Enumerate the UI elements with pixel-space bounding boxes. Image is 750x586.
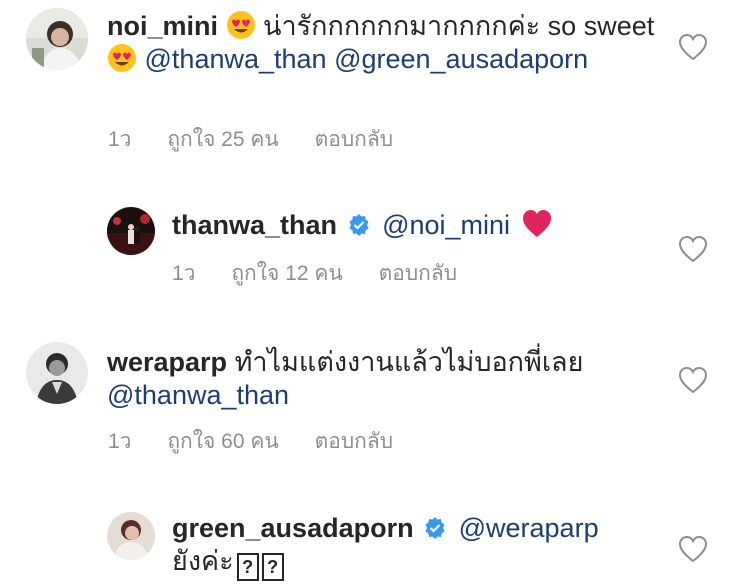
- comment-meta: 1ว ถูกใจ 12 คน ตอบกลับ: [172, 261, 487, 287]
- username[interactable]: thanwa_than: [172, 210, 337, 240]
- reply-green-ausadaporn: green_ausadaporn @weraparp ยังค่ะ??: [0, 495, 750, 586]
- red-heart-emoji: [522, 210, 551, 237]
- comment-meta: 1ว ถูกใจ 60 คน ตอบกลับ: [108, 429, 423, 455]
- heart-outline-icon[interactable]: [678, 33, 708, 61]
- comment-text: weraparp ทำไมแต่งงานแล้วไม่บอกพี่เลย @th…: [107, 346, 667, 412]
- avatar[interactable]: [107, 512, 155, 560]
- comment-body-cont: sweet: [583, 11, 655, 41]
- missing-glyph-box: ?: [261, 553, 284, 581]
- heart-outline-icon[interactable]: [678, 366, 708, 394]
- mention-link[interactable]: @green_ausadaporn: [334, 44, 588, 74]
- username[interactable]: green_ausadaporn: [172, 513, 414, 543]
- comment-body: ยังค่ะ: [172, 546, 234, 576]
- like-count[interactable]: ถูกใจ 60 คน: [167, 430, 278, 453]
- mention-link[interactable]: @thanwa_than: [107, 380, 289, 410]
- mention-link[interactable]: @thanwa_than: [145, 44, 327, 74]
- like-count[interactable]: ถูกใจ 25 คน: [167, 128, 278, 151]
- comment-body: ทำไมแต่งงานแล้วไม่บอกพี่เลย: [234, 347, 584, 377]
- comment-body: น่ารักกกกกกมากกกกค่ะ so: [263, 11, 577, 41]
- comment-meta: 1ว ถูกใจ 25 คน ตอบกลับ: [108, 127, 423, 153]
- missing-glyph-box: ?: [236, 553, 259, 581]
- username[interactable]: weraparp: [107, 347, 227, 377]
- avatar[interactable]: [26, 342, 88, 404]
- username[interactable]: noi_mini: [107, 11, 218, 41]
- comment-text: thanwa_than @noi_mini: [172, 209, 652, 242]
- avatar[interactable]: [26, 8, 88, 70]
- comment-noi-mini: noi_mini น่ารักกกกกกมากกกกค่ะ so sweet @…: [0, 0, 750, 180]
- reply-button[interactable]: ตอบกลับ: [315, 128, 394, 151]
- reply-button[interactable]: ตอบกลับ: [315, 430, 394, 453]
- comment-weraparp: weraparp ทำไมแต่งงานแล้วไม่บอกพี่เลย @th…: [0, 330, 750, 480]
- comment-text: noi_mini น่ารักกกกกกมากกกกค่ะ so sweet @…: [107, 10, 667, 76]
- reply-thanwa-than: thanwa_than @noi_mini 1ว ถูกใจ 12 คน ตอบ…: [0, 190, 750, 310]
- verified-badge-icon: [425, 517, 445, 539]
- avatar[interactable]: [107, 207, 155, 255]
- verified-badge-icon: [349, 214, 369, 236]
- mention-link[interactable]: @weraparp: [459, 513, 599, 543]
- reply-button[interactable]: ตอบกลับ: [379, 262, 458, 285]
- heart-eyes-emoji: [108, 44, 136, 72]
- heart-outline-icon[interactable]: [678, 235, 708, 263]
- comment-text: green_ausadaporn @weraparp ยังค่ะ??: [172, 512, 652, 581]
- timestamp: 1ว: [108, 430, 132, 453]
- timestamp: 1ว: [108, 128, 132, 151]
- heart-eyes-emoji: [226, 11, 255, 39]
- like-count[interactable]: ถูกใจ 12 คน: [231, 262, 342, 285]
- timestamp: 1ว: [172, 262, 196, 285]
- mention-link[interactable]: @noi_mini: [382, 210, 510, 240]
- heart-outline-icon[interactable]: [678, 535, 708, 563]
